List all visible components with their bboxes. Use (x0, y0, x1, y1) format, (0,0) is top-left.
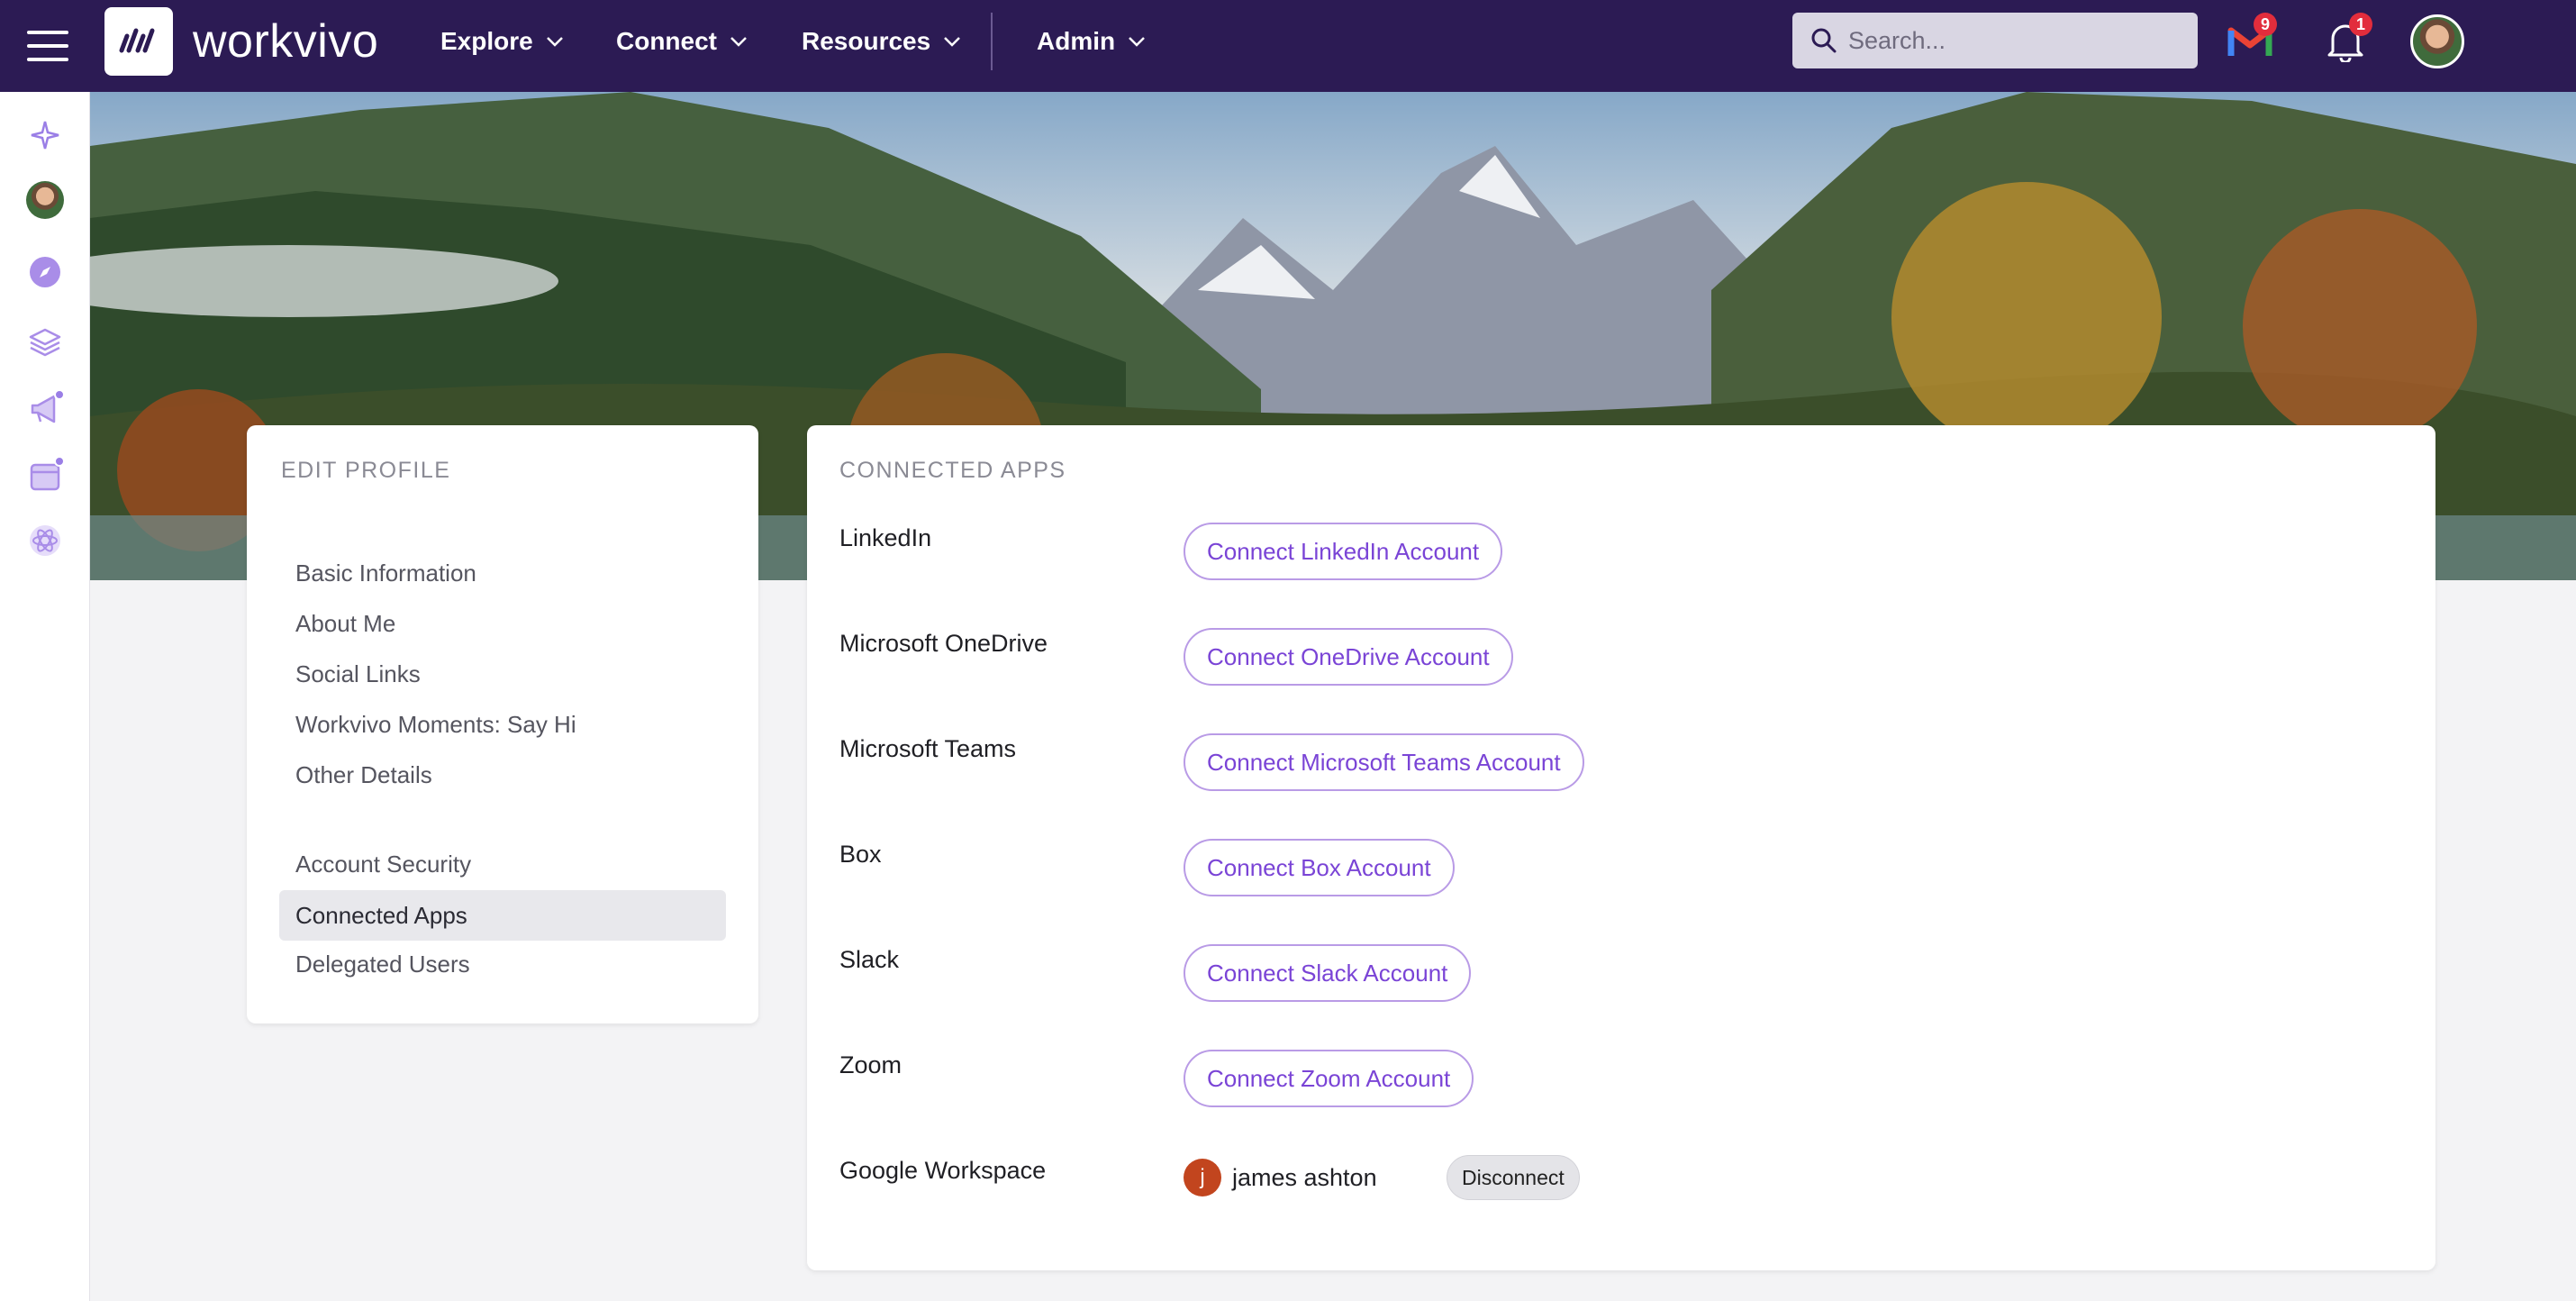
app-label-onedrive: Microsoft OneDrive (839, 630, 1048, 657)
google-account-chip: j james ashton (1184, 1159, 1377, 1196)
sparkle-icon[interactable] (23, 114, 67, 157)
avatar[interactable] (23, 178, 67, 222)
chevron-down-icon (730, 37, 747, 47)
nav-resources[interactable]: Resources (802, 23, 961, 59)
megaphone-dot (54, 389, 65, 400)
menu-workvivo-moments[interactable]: Workvivo Moments: Say Hi (279, 699, 726, 750)
logo-text[interactable]: workvivo (193, 13, 378, 70)
calendar-dot (54, 456, 65, 467)
connect-linkedin-button[interactable]: Connect LinkedIn Account (1184, 523, 1503, 580)
menu-about-me[interactable]: About Me (279, 598, 726, 649)
connected-apps-title: CONNECTED APPS (839, 458, 1066, 483)
edit-profile-card: EDIT PROFILE Basic Information About Me … (247, 425, 758, 1024)
nav-connect-label: Connect (616, 27, 717, 55)
top-nav-bar: workvivo Explore Connect Resources Admin… (0, 0, 2576, 92)
connect-box-button[interactable]: Connect Box Account (1184, 839, 1455, 896)
left-rail (0, 92, 90, 1301)
notifications-badge: 1 (2349, 13, 2372, 36)
nav-admin[interactable]: Admin (1037, 23, 1146, 59)
chevron-down-icon (1129, 37, 1145, 47)
menu-other-details[interactable]: Other Details (279, 750, 726, 800)
nav-connect[interactable]: Connect (616, 23, 748, 59)
chevron-down-icon (546, 37, 563, 47)
app-label-slack: Slack (839, 946, 900, 973)
atom-icon[interactable] (23, 519, 67, 562)
disconnect-google-button[interactable]: Disconnect (1447, 1155, 1580, 1200)
connect-zoom-button[interactable]: Connect Zoom Account (1184, 1050, 1474, 1107)
connect-teams-button[interactable]: Connect Microsoft Teams Account (1184, 733, 1584, 791)
nav-explore-label: Explore (440, 27, 533, 55)
menu-basic-information[interactable]: Basic Information (279, 548, 726, 598)
app-label-teams: Microsoft Teams (839, 735, 1017, 762)
menu-social-links[interactable]: Social Links (279, 649, 726, 699)
nav-resources-label: Resources (802, 27, 931, 55)
menu-connected-apps[interactable]: Connected Apps (279, 890, 726, 941)
notifications-button[interactable]: 1 (2317, 13, 2374, 70)
megaphone-icon[interactable] (23, 387, 67, 431)
gmail-button[interactable]: 9 (2221, 13, 2279, 70)
search-icon (1811, 28, 1837, 53)
gmail-badge: 9 (2254, 13, 2277, 36)
menu-account-security[interactable]: Account Security (279, 839, 726, 889)
menu-delegated-users[interactable]: Delegated Users (279, 939, 726, 989)
connect-slack-button[interactable]: Connect Slack Account (1184, 944, 1472, 1002)
menu-icon[interactable] (27, 23, 72, 68)
compass-icon[interactable] (23, 250, 67, 294)
nav-admin-label: Admin (1037, 27, 1116, 55)
calendar-icon[interactable] (23, 454, 67, 497)
chevron-down-icon (944, 37, 961, 47)
connected-apps-card: CONNECTED APPS LinkedIn Connect LinkedIn… (807, 425, 2435, 1270)
app-label-google-workspace: Google Workspace (839, 1157, 1047, 1184)
user-avatar[interactable] (2410, 14, 2464, 68)
app-label-box: Box (839, 841, 882, 868)
nav-divider (991, 13, 993, 70)
app-label-zoom: Zoom (839, 1051, 903, 1078)
account-name: james ashton (1232, 1163, 1377, 1191)
layers-icon[interactable] (23, 321, 67, 364)
connect-onedrive-button[interactable]: Connect OneDrive Account (1184, 628, 1513, 686)
nav-explore[interactable]: Explore (440, 23, 564, 59)
workvivo-logo-icon[interactable] (104, 7, 173, 76)
edit-profile-title: EDIT PROFILE (281, 458, 451, 483)
search-box[interactable] (1792, 13, 2198, 68)
app-label-linkedin: LinkedIn (839, 524, 932, 551)
search-input[interactable] (1848, 26, 2172, 55)
account-avatar: j (1184, 1159, 1221, 1196)
